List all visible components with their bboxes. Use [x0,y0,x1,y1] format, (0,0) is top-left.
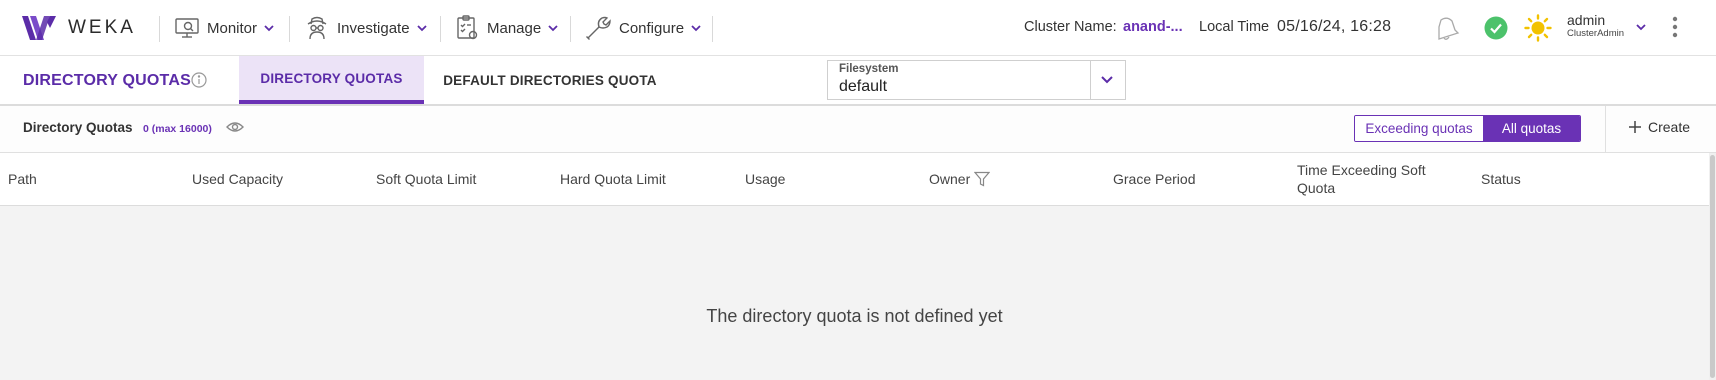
column-header-line: Time Exceeding Soft [1297,162,1426,178]
nav-menu-monitor[interactable]: Monitor [175,10,274,46]
bell-icon [1438,17,1460,40]
page-title: DIRECTORY QUOTAS [23,72,191,89]
filter-icon[interactable] [974,171,990,187]
column-header-usage[interactable]: Usage [745,170,785,188]
plus-icon [1629,121,1641,133]
all-quotas-button[interactable]: All quotas [1483,116,1580,141]
manage-icon [457,15,478,40]
local-time-label: Local Time [1199,19,1270,35]
column-header-used-capacity[interactable]: Used Capacity [192,170,283,188]
vertical-scrollbar-thumb[interactable] [1710,155,1715,378]
chevron-down-icon[interactable] [1636,24,1646,31]
user-role: ClusterAdmin [1567,28,1625,39]
nav-divider [712,16,713,42]
table-body: The directory quota is not defined yet [0,206,1709,380]
user-menu[interactable]: admin ClusterAdmin [1567,12,1624,40]
nav-divider [570,16,571,42]
top-navigation-bar: WEKA Monitor Investigate Manage Configur… [0,0,1716,56]
weka-logo[interactable]: WEKA [22,14,136,42]
empty-state-message: The directory quota is not defined yet [706,306,1003,326]
nav-divider [289,16,290,42]
filesystem-select-value: default [839,78,888,95]
cluster-status-indicator[interactable] [1484,16,1508,40]
sun-icon [1524,14,1552,42]
column-header-owner[interactable]: Owner [929,170,970,188]
create-button[interactable]: Create [1628,119,1690,135]
nav-divider [159,16,160,42]
nav-menu-manage[interactable]: Manage [455,10,558,46]
eye-icon[interactable] [226,120,244,134]
column-header-soft-quota-limit[interactable]: Soft Quota Limit [376,170,476,188]
toolbar-divider [1605,106,1606,153]
column-header-status[interactable]: Status [1481,170,1521,188]
create-button-label: Create [1648,119,1691,135]
column-header-line: Quota [1297,180,1336,196]
chevron-down-icon [416,24,427,31]
more-options-icon[interactable] [1672,16,1678,38]
cluster-name-value[interactable]: anand-... [1123,19,1183,35]
quota-filter-toggle: Exceeding quotas All quotas [1354,115,1581,142]
nav-menu-label: Investigate [337,19,410,37]
nav-menu-configure[interactable]: Configure [585,10,701,46]
chevron-down-icon [1101,76,1113,84]
table-header: Path Used Capacity Soft Quota Limit Hard… [0,153,1709,206]
monitor-icon [175,18,199,38]
brand-name: WEKA [68,17,136,38]
notifications-button[interactable] [1432,14,1462,42]
filesystem-select-label: Filesystem [839,63,899,75]
wrench-icon [586,16,611,40]
user-name: admin [1567,12,1606,28]
column-header-path[interactable]: Path [8,170,37,188]
chevron-down-icon [548,24,558,31]
section-title: Directory Quotas [23,120,133,135]
tab-directory-quotas[interactable]: DIRECTORY QUOTAS [239,56,424,104]
nav-menu-label: Configure [619,19,685,37]
quotas-toolbar: Directory Quotas 0 (max 16000) Exceeding… [0,106,1716,153]
nav-menu-investigate[interactable]: Investigate [305,10,427,46]
column-header-time-exceeding-soft-quota[interactable]: Time Exceeding Soft Quota [1297,161,1457,197]
chevron-down-icon [264,24,274,31]
tab-default-directories-quota[interactable]: DEFAULT DIRECTORIES QUOTA [424,56,676,104]
nav-divider [440,16,441,42]
theme-toggle-button[interactable] [1524,14,1552,42]
local-time-value: 05/16/24, 16:28 [1277,18,1392,35]
page-tab-bar: DIRECTORY QUOTAS DIRECTORY QUOTAS DEFAUL… [0,56,1716,106]
weka-logo-icon [22,16,56,40]
nav-menu-label: Monitor [207,19,258,37]
chevron-down-icon [691,24,701,31]
status-ok-icon [1484,16,1508,40]
quota-count: 0 (max 16000) [143,123,212,135]
exceeding-quotas-button[interactable]: Exceeding quotas [1355,116,1483,141]
nav-menu-label: Manage [487,19,542,37]
filesystem-select[interactable]: Filesystem default [827,60,1126,100]
select-divider [1090,61,1091,99]
column-header-grace-period[interactable]: Grace Period [1113,170,1195,188]
column-header-hard-quota-limit[interactable]: Hard Quota Limit [560,170,666,188]
info-icon[interactable] [191,72,207,88]
cluster-name-label: Cluster Name: [1024,19,1117,35]
investigate-icon [307,16,327,40]
